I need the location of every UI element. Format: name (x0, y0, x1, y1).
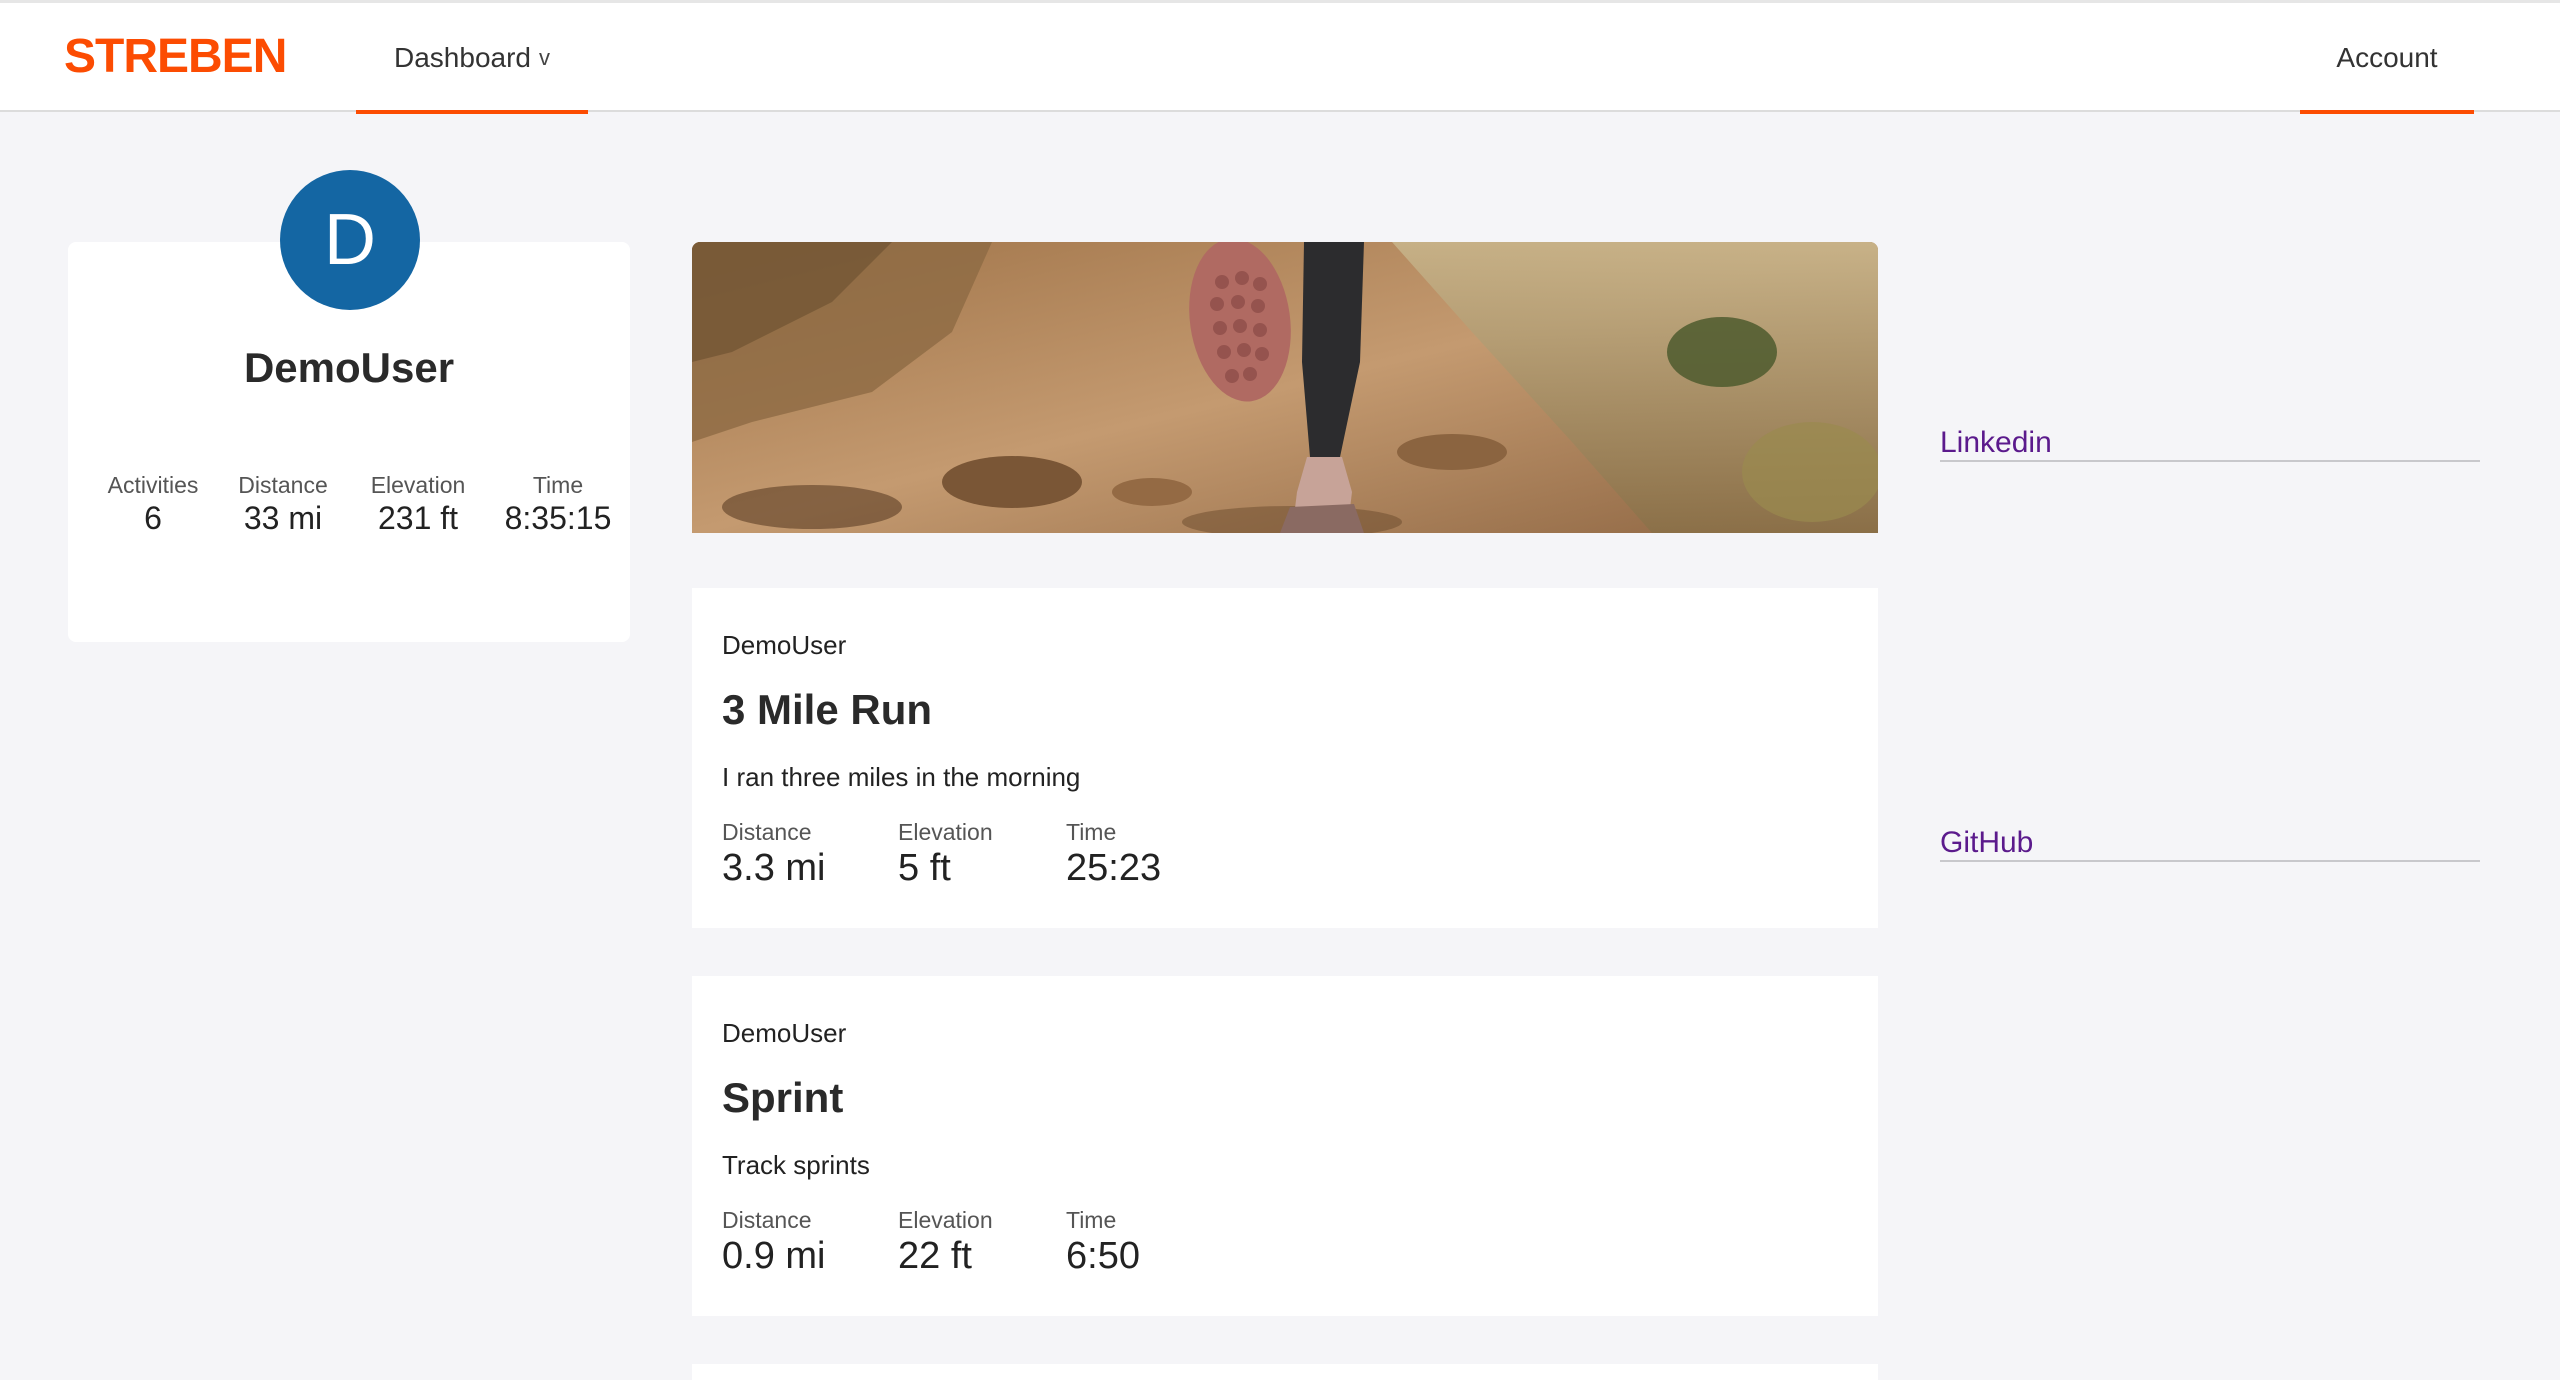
top-navbar: STREBEN Dashboard v Account (0, 0, 2560, 114)
nav-dashboard[interactable]: Dashboard v (356, 3, 588, 114)
stat-value: 6:50 (1066, 1235, 1140, 1277)
activity-stat-distance: Distance 0.9 mi (722, 1206, 825, 1278)
activity-user[interactable]: DemoUser (722, 1018, 846, 1049)
stat-value: 22 ft (898, 1235, 972, 1277)
stat-label: Distance (722, 819, 812, 845)
nav-dashboard-label: Dashboard (394, 41, 531, 73)
stat-label: Elevation (898, 819, 993, 845)
activity-card[interactable]: DemoUser Sprint Track sprints Distance 0… (692, 976, 1878, 1316)
nav-account[interactable]: Account (2300, 3, 2474, 114)
profile-name: DemoUser (243, 344, 455, 391)
stat-value: 8:35:15 (504, 500, 612, 536)
stat-value: 33 mi (243, 500, 323, 536)
hero-image (692, 242, 1878, 533)
activity-description: I ran three miles in the morning (722, 762, 1081, 792)
activity-stat-time: Time 25:23 (1066, 818, 1161, 890)
activity-stat-distance: Distance 3.3 mi (722, 818, 825, 890)
avatar-letter: D (324, 200, 376, 280)
stat-value: 5 ft (898, 847, 951, 889)
activity-stat-time: Time 6:50 (1066, 1206, 1140, 1278)
stat-label: Elevation (370, 472, 466, 498)
linkedin-link[interactable]: Linkedin (1940, 426, 2480, 462)
stat-distance: Distance 33 mi (218, 470, 348, 536)
stat-value: 231 ft (377, 500, 459, 536)
stat-activities: Activities 6 (83, 470, 223, 536)
stat-time: Time 8:35:15 (488, 470, 628, 536)
stat-label: Elevation (898, 1207, 993, 1233)
stat-value: 0.9 mi (722, 1235, 826, 1277)
stat-value: 3.3 mi (722, 847, 826, 889)
stat-elevation: Elevation 231 ft (353, 470, 483, 536)
activity-user[interactable]: DemoUser (722, 630, 846, 661)
brand-logo[interactable]: STREBEN (64, 29, 287, 84)
nav-account-label: Account (2336, 41, 2438, 73)
stat-label: Activities (107, 472, 199, 498)
activity-title[interactable]: 3 Mile Run (722, 686, 932, 734)
stat-label: Time (532, 472, 584, 498)
stat-label: Distance (722, 1207, 812, 1233)
stat-value: 6 (144, 500, 162, 536)
stat-label: Time (1066, 1207, 1117, 1233)
activity-stat-elevation: Elevation 5 ft (898, 818, 993, 890)
stat-label: Time (1066, 819, 1117, 845)
avatar[interactable]: D (280, 170, 420, 310)
stat-label: Distance (238, 472, 328, 498)
stat-value: 25:23 (1066, 847, 1162, 889)
activity-title[interactable]: Sprint (722, 1074, 843, 1122)
activity-card[interactable] (692, 1364, 1878, 1380)
activity-description: Track sprints (722, 1150, 870, 1180)
github-link[interactable]: GitHub (1940, 826, 2480, 862)
trail-runner-illustration (692, 242, 1878, 533)
activity-stat-elevation: Elevation 22 ft (898, 1206, 993, 1278)
activity-card[interactable]: DemoUser 3 Mile Run I ran three miles in… (692, 588, 1878, 928)
chevron-down-icon: v (538, 44, 550, 70)
